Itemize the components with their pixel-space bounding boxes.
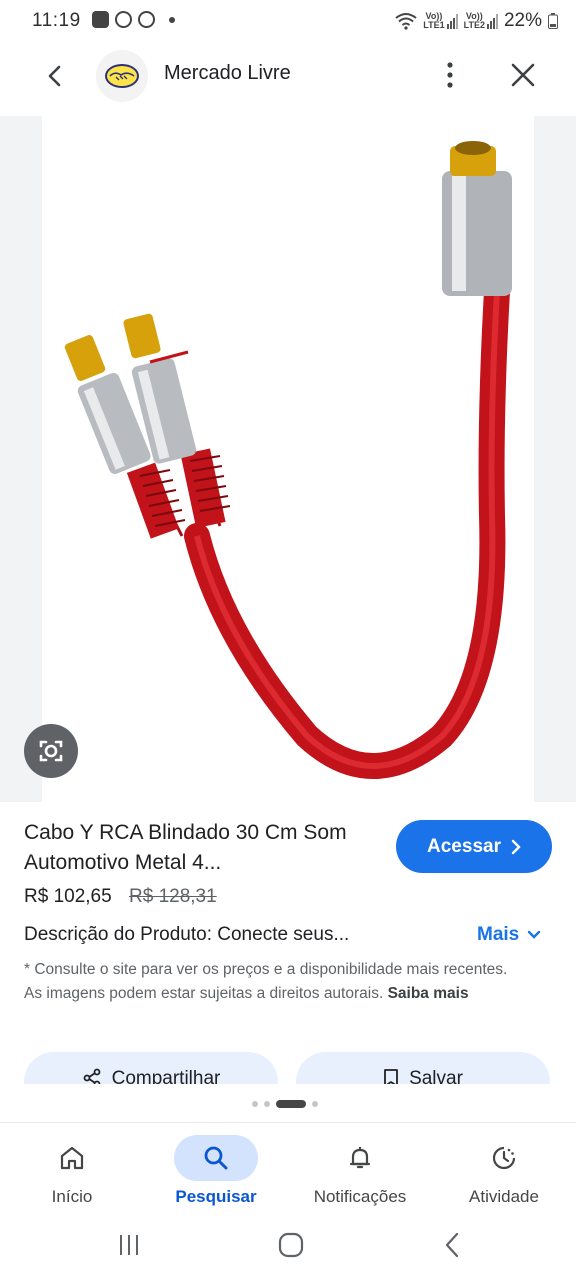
close-icon[interactable] [508,60,538,90]
access-button-label: Acessar [427,835,501,857]
home-button-icon[interactable] [277,1231,305,1259]
chevron-down-icon [528,930,541,939]
lens-icon [39,740,63,762]
carousel-dot [252,1101,258,1107]
sim1-indicator: Vo)) LTE1 [423,12,458,30]
search-icon [204,1146,228,1170]
battery-percent: 22% [503,10,542,31]
site-title: Mercado Livre [164,62,291,84]
carousel-dot-active [276,1100,306,1108]
chevron-right-icon [511,839,521,854]
product-image[interactable] [42,116,534,802]
product-price: R$ 102,65 [24,886,112,907]
facebook-icon [138,11,155,28]
status-bar: 11:19 Vo)) LTE1 Vo)) LTE2 22% [0,0,576,44]
home-icon [60,1146,84,1170]
nav-item-pesquisar[interactable]: Pesquisar [144,1123,288,1223]
learn-more-link[interactable]: Saiba mais [388,985,469,1002]
status-time: 11:19 [32,10,81,31]
more-notifications-icon [169,16,175,23]
access-button[interactable]: Acessar [396,820,552,873]
activity-icon [492,1146,516,1170]
more-vert-icon[interactable] [442,60,458,90]
wifi-icon [395,13,417,30]
nav-label-atividade: Atividade [469,1187,539,1206]
nav-label-notificacoes: Notificações [313,1187,407,1206]
action-buttons-row: Compartilhar Salvar [24,1052,552,1086]
sim2-indicator: Vo)) LTE2 [464,12,498,30]
bottom-navigation: Início Pesquisar Notificações Atividade [0,1122,576,1223]
mercado-livre-logo [96,50,148,102]
nav-label-pesquisar: Pesquisar [175,1187,257,1206]
product-title[interactable]: Cabo Y RCA Blindado 30 Cm Som Automotivo… [24,818,374,878]
carousel-indicator [252,1100,318,1108]
bell-icon [349,1147,371,1169]
gallery-icon [92,11,109,28]
battery-icon [548,13,558,29]
nav-item-atividade[interactable]: Atividade [432,1123,576,1223]
whatsapp-icon [115,11,132,28]
back-arrow-icon[interactable] [42,62,70,90]
carousel-dot [264,1101,270,1107]
nav-item-notificacoes[interactable]: Notificações [288,1123,432,1223]
share-button[interactable]: Compartilhar [24,1052,278,1086]
back-button-icon[interactable] [440,1231,466,1259]
disclaimer: * Consulte o site para ver os preços e a… [24,958,524,1006]
status-right: Vo)) LTE1 Vo)) LTE2 22% [395,10,558,32]
recent-apps-icon[interactable] [116,1232,142,1258]
notification-icons [92,11,175,28]
product-description: Descrição do Produto: Conecte seus... [24,924,350,945]
nav-item-inicio[interactable]: Início [0,1123,144,1223]
system-navigation-bar [0,1222,576,1280]
save-button[interactable]: Salvar [296,1052,550,1086]
nav-label-inicio: Início [51,1187,93,1206]
google-lens-button[interactable] [24,724,78,778]
product-old-price: R$ 128,31 [129,886,217,907]
carousel-dot [312,1101,318,1107]
rca-cable-illustration [64,141,512,779]
more-button[interactable]: Mais [477,924,541,946]
more-button-label: Mais [477,924,520,945]
